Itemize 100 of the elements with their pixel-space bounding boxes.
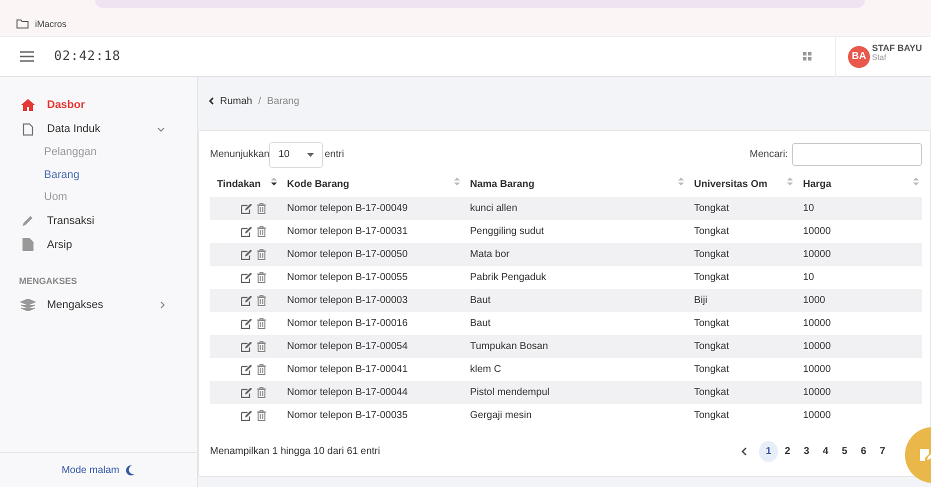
entries-info: Menampilkan 1 hingga 10 dari 61 entri [210,446,380,457]
table-cell: 10 [803,203,814,214]
table-cell: Nomor telepon B-17-00003 [287,295,408,306]
edit-icon[interactable] [240,226,252,236]
column-header[interactable]: Harga [803,179,832,190]
table-cell: Tumpukan Bosan [470,341,548,352]
table-cell: Nomor telepon B-17-00054 [287,341,408,352]
table-cell: Baut [470,318,491,329]
table-cell: Biji [694,295,708,306]
column-header[interactable]: Kode Barang [287,179,350,190]
trash-icon[interactable] [256,249,266,260]
edit-icon[interactable] [240,296,252,306]
night-mode-toggle[interactable]: Mode malam [62,464,120,476]
sidebar-subitem[interactable]: Barang [8,164,197,186]
trash-icon[interactable] [256,410,266,421]
length-select[interactable]: 10 [269,142,323,168]
trash-icon[interactable] [256,364,266,375]
note-edit-icon [919,447,931,463]
table-cell: 10000 [803,387,831,398]
page-button[interactable]: 3 [797,441,816,462]
edit-icon[interactable] [240,250,252,260]
column-header[interactable]: Universitas Om [694,179,768,190]
column-header[interactable]: Nama Barang [470,179,534,190]
table-cell: Tongkat [694,318,730,329]
page-button[interactable]: 1 [759,441,778,462]
folder-icon [16,19,29,29]
table-cell: Nomor telepon B-17-00035 [287,410,408,421]
breadcrumb-separator: / [258,96,262,106]
grid-icon[interactable] [802,52,812,61]
sort-icon[interactable] [271,177,277,186]
edit-icon[interactable] [240,204,252,214]
caret-down-icon [306,152,314,156]
trash-icon[interactable] [256,387,266,398]
section-label: MENGAKSES [18,274,78,288]
sidebar-item[interactable]: Mengakses [8,292,197,316]
table-cell: 1000 [803,295,826,306]
table-cell: Nomor telepon B-17-00041 [287,364,408,375]
page-button[interactable]: 7 [873,441,892,462]
trash-icon[interactable] [256,318,266,329]
table-cell: 10000 [803,226,831,237]
previous-page-icon[interactable] [741,447,747,456]
trash-icon[interactable] [256,295,266,306]
trash-icon[interactable] [256,272,266,283]
user-name: STAF BAYU [872,43,922,53]
page-button[interactable]: 2 [778,441,797,462]
table-cell: Mata bor [470,249,510,260]
table-cell: Nomor telepon B-17-00016 [287,318,408,329]
table-cell: Tongkat [694,387,730,398]
table-cell: 10000 [803,249,831,260]
file-icon [20,122,36,136]
search-field[interactable] [792,143,922,166]
edit-icon[interactable] [240,318,252,328]
table-cell: Nomor telepon B-17-00055 [287,272,408,283]
user-role: Staf [872,53,888,62]
table-cell: klem C [470,364,502,375]
sidebar-item[interactable]: Transaksi [8,208,197,232]
length-label: Menunjukkan [210,149,270,160]
sidebar-item[interactable]: Arsip [8,232,197,256]
bookmark-link[interactable]: iMacros [16,19,67,29]
table-cell: Tongkat [694,364,730,375]
document-icon [20,238,36,251]
search-label: Mencari: [750,149,788,160]
table-cell: Tongkat [694,341,730,352]
chevron-down-icon [157,126,165,132]
menu-icon[interactable] [20,51,34,62]
table-cell: Tongkat [694,410,730,421]
trash-icon[interactable] [256,203,266,214]
table-cell: Pabrik Pengaduk [470,272,546,283]
clock: 02:42:18 [54,49,121,64]
table-cell: Tongkat [694,226,730,237]
table-cell: Penggiling sudut [470,226,544,237]
table-cell: Nomor telepon B-17-00031 [287,226,408,237]
table-cell: 10000 [803,364,831,375]
moon-icon[interactable] [125,464,136,476]
edit-icon[interactable] [240,272,252,282]
table-cell: Nomor telepon B-17-00049 [287,203,408,214]
back-icon[interactable] [208,97,214,105]
layers-icon [20,298,36,310]
edit-icon[interactable] [240,364,252,374]
table-cell: Nomor telepon B-17-00050 [287,249,408,260]
table-cell: Tongkat [694,272,730,283]
sidebar-item[interactable]: Dasbor [8,93,197,117]
table-cell: Pistol mendempul [470,387,550,398]
breadcrumb-link[interactable]: Rumah [220,96,252,106]
table-cell: Tongkat [694,203,730,214]
page-button[interactable]: 5 [835,441,854,462]
length-suffix: entri [324,149,344,160]
sidebar-item[interactable]: Data Induk [8,117,197,141]
edit-icon[interactable] [240,410,252,420]
trash-icon[interactable] [256,341,266,352]
user-avatar[interactable]: BA [848,46,870,68]
edit-icon[interactable] [240,388,252,398]
table-cell: Baut [470,295,491,306]
page-button[interactable]: 6 [854,441,873,462]
edit-icon[interactable] [240,342,252,352]
column-header[interactable]: Tindakan [217,179,261,190]
page-button[interactable]: 4 [816,441,835,462]
trash-icon[interactable] [256,226,266,237]
table-cell: 10 [803,272,814,283]
table-cell: 10000 [803,341,831,352]
